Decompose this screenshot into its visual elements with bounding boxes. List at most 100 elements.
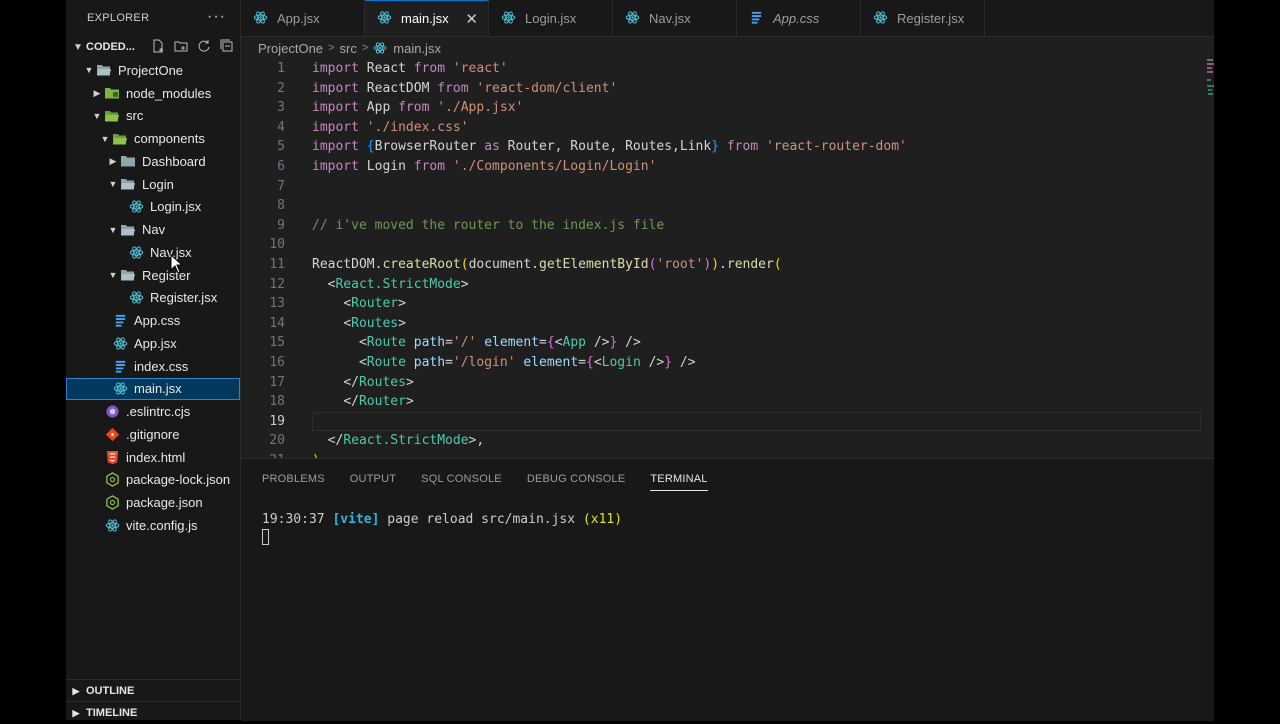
- code-token: BrowserRouter: [374, 139, 485, 155]
- code-token: './Components/Login/Login': [452, 158, 657, 174]
- minimap[interactable]: [1205, 59, 1214, 99]
- file-tree-item[interactable]: ▼ src: [66, 105, 240, 128]
- file-tree-item[interactable]: Login.jsx: [66, 196, 240, 219]
- refresh-icon[interactable]: [197, 39, 211, 53]
- code-line[interactable]: 2 import ReactDOM from 'react-dom/client': [241, 79, 1214, 99]
- panel-tab-problems[interactable]: PROBLEMS: [262, 459, 325, 499]
- file-tree-item[interactable]: ▼ ProjectOne: [66, 59, 240, 82]
- collapse-all-icon[interactable]: [220, 39, 234, 53]
- code-line[interactable]: 18 </Router>: [241, 392, 1214, 412]
- react-icon: [112, 381, 128, 397]
- chevron-right-icon: ▶: [109, 155, 117, 166]
- code-line[interactable]: 21): [241, 451, 1214, 458]
- code-line[interactable]: 14 <Routes>: [241, 314, 1214, 334]
- code-line[interactable]: 5 import {BrowserRouter as Router, Route,…: [241, 137, 1214, 157]
- file-tree-item[interactable]: index.html: [66, 446, 240, 469]
- file-tree-item[interactable]: index.css: [66, 355, 240, 378]
- file-tree-label: Login: [142, 176, 174, 192]
- breadcrumb-file[interactable]: main.jsx: [393, 41, 441, 56]
- tab-nav-jsx[interactable]: Nav.jsx: [613, 0, 737, 36]
- more-actions-icon[interactable]: ···: [207, 8, 226, 26]
- panel-tab-debug-console[interactable]: DEBUG CONSOLE: [527, 459, 626, 499]
- code-line[interactable]: 17 </Routes>: [241, 373, 1214, 393]
- code-token: >: [398, 296, 406, 312]
- code-line[interactable]: 7: [241, 177, 1214, 197]
- explorer-title: EXPLORER: [87, 12, 150, 24]
- line-number: 13: [269, 296, 285, 312]
- code-token: Routes: [358, 374, 406, 390]
- terminal-output[interactable]: 19:30:37 [vite] page reload src/main.jsx…: [262, 512, 622, 527]
- file-tree-item[interactable]: ▼ components: [66, 127, 240, 150]
- panel-tab-output[interactable]: OUTPUT: [350, 459, 396, 499]
- file-tree-label: package.json: [126, 495, 203, 511]
- code-token: Routes: [351, 315, 399, 331]
- code-token: 'react-dom/client': [476, 80, 618, 96]
- file-tree-item[interactable]: package-lock.json: [66, 469, 240, 492]
- file-tree-item[interactable]: ▼ Nav: [66, 218, 240, 241]
- code-token: .: [719, 256, 727, 272]
- panel-tab-terminal[interactable]: TERMINAL: [650, 459, 708, 499]
- line-number: 20: [269, 433, 285, 449]
- file-tree-item[interactable]: main.jsx: [66, 377, 240, 401]
- code-line[interactable]: 13 <Router>: [241, 294, 1214, 314]
- new-file-icon[interactable]: [151, 39, 165, 53]
- code-line[interactable]: 15 <Route path='/' element={<App />} />: [241, 333, 1214, 353]
- file-tree-item[interactable]: Register.jsx: [66, 287, 240, 310]
- file-tree-item[interactable]: ▼ Register: [66, 264, 240, 287]
- file-tree-item[interactable]: .gitignore: [66, 423, 240, 446]
- code-line[interactable]: 9 // i've moved the router to the index.j…: [241, 216, 1214, 236]
- file-tree-item[interactable]: vite.config.js: [66, 514, 240, 537]
- code-token: ): [711, 256, 720, 272]
- code-line[interactable]: 12 <React.StrictMode>: [241, 275, 1214, 295]
- line-number: 11: [269, 256, 285, 272]
- code-line[interactable]: 16 <Route path='/login' element={<Login …: [241, 353, 1214, 373]
- file-tree-item[interactable]: Nav.jsx: [66, 241, 240, 264]
- explorer-header: EXPLORER ···: [66, 0, 240, 36]
- close-icon[interactable]: ✕: [465, 10, 478, 28]
- code-token: =: [445, 335, 453, 351]
- code-text: // i've moved the router to the index.js…: [312, 216, 664, 236]
- new-folder-icon[interactable]: [174, 39, 188, 53]
- file-tree-item[interactable]: App.jsx: [66, 332, 240, 355]
- breadcrumb-folder[interactable]: src: [339, 41, 356, 56]
- line-number: 2: [277, 80, 285, 96]
- code-lines[interactable]: 1 import React from 'react' 2 import ReactD…: [241, 59, 1214, 458]
- breadcrumb-project[interactable]: ProjectOne: [258, 41, 323, 56]
- code-token: as: [484, 139, 500, 155]
- code-token: <: [593, 354, 602, 370]
- file-tree-item[interactable]: ▶ node_modules: [66, 82, 240, 105]
- code-token: 'root': [656, 256, 704, 272]
- explorer-actions: [151, 39, 234, 53]
- file-tree-item[interactable]: .eslintrc.cjs: [66, 400, 240, 423]
- code-line[interactable]: 3 import App from './App.jsx': [241, 98, 1214, 118]
- tab-login-jsx[interactable]: Login.jsx: [489, 0, 613, 36]
- file-tree-item[interactable]: ▼ Login: [66, 173, 240, 196]
- panel-tabs: PROBLEMS OUTPUT SQL CONSOLE DEBUG CONSOLE TE…: [241, 459, 1214, 499]
- code-line[interactable]: 6 import Login from './Components/Login/L…: [241, 157, 1214, 177]
- code-line[interactable]: 10: [241, 235, 1214, 255]
- file-tree-item[interactable]: App.css: [66, 309, 240, 332]
- workspace-section[interactable]: ▼ CODED...: [66, 36, 240, 58]
- file-tree-item[interactable]: package.json: [66, 491, 240, 514]
- code-line[interactable]: 4 import './index.css': [241, 118, 1214, 138]
- code-line[interactable]: 1 import React from 'react': [241, 59, 1214, 79]
- code-token: ReactDOM.: [312, 256, 383, 272]
- code-line[interactable]: 19: [241, 411, 1214, 432]
- code-editor[interactable]: ProjectOne > src > main.jsx 1 import Reac…: [241, 37, 1214, 458]
- tab-register-jsx[interactable]: Register.jsx: [861, 0, 985, 36]
- code-line[interactable]: 8: [241, 196, 1214, 216]
- file-tree-item[interactable]: ▶ Dashboard: [66, 150, 240, 173]
- tab-main-jsx[interactable]: main.jsx ✕: [365, 0, 489, 36]
- code-token: >: [460, 276, 469, 292]
- line-number: 4: [277, 119, 285, 135]
- code-line[interactable]: 20 </React.StrictMode>,: [241, 431, 1214, 451]
- tab-app-css[interactable]: App.css: [737, 0, 861, 36]
- terminal-cursor: [262, 529, 269, 545]
- code-token: from: [413, 158, 446, 174]
- timeline-section[interactable]: ▶ TIMELINE: [66, 701, 240, 724]
- tab-app-jsx[interactable]: App.jsx: [241, 0, 365, 36]
- code-line[interactable]: 11 ReactDOM.createRoot(document.getElemen…: [241, 255, 1214, 275]
- outline-section[interactable]: ▶ OUTLINE: [66, 679, 240, 702]
- panel-tab-sql-console[interactable]: SQL CONSOLE: [421, 459, 502, 499]
- code-token: }: [711, 139, 720, 155]
